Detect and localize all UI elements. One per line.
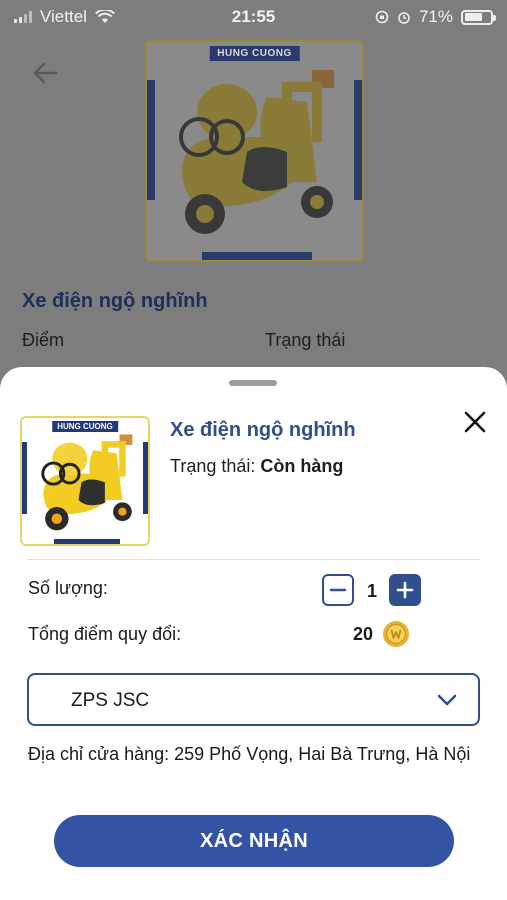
close-icon[interactable] <box>460 407 490 437</box>
clock: 21:55 <box>231 7 276 26</box>
product-name: Xe điện ngộ nghĩnh <box>170 419 356 441</box>
confirm-button[interactable]: XÁC NHẬN <box>54 815 454 867</box>
battery-icon <box>461 9 496 25</box>
product-thumbnail: HUNG CUONG <box>20 416 150 546</box>
coin-icon <box>383 621 409 647</box>
quantity-label: Số lượng: <box>28 578 108 598</box>
status-column-label: Trạng thái <box>265 330 346 350</box>
quantity-value: 1 <box>366 581 377 601</box>
toy-scooter-illustration <box>179 70 334 234</box>
store-select[interactable]: ZPS JSC <box>27 673 480 726</box>
product-title: Xe điện ngộ nghĩnh <box>22 290 208 312</box>
stock-status: Trạng thái: Còn hàng <box>170 456 343 477</box>
minus-icon <box>329 588 347 592</box>
toy-scooter-thumbnail <box>41 434 133 531</box>
status-right: 71% <box>375 7 496 27</box>
total-points-value: 20 <box>353 624 374 644</box>
product-image: HUNG CUONG <box>145 40 364 262</box>
wifi-icon <box>95 10 115 23</box>
plus-icon <box>396 581 414 599</box>
decrease-quantity-button[interactable] <box>322 574 354 606</box>
battery-percent: 71% <box>418 7 453 26</box>
store-address: Địa chỉ cửa hàng: 259 Phố Vọng, Hai Bà T… <box>28 744 471 764</box>
redeem-bottom-sheet: HUNG CUONG Xe điện ngộ nghĩnh Trạng thái… <box>0 367 507 900</box>
store-select-value: ZPS JSC <box>71 690 150 711</box>
points-column-label: Điểm <box>22 330 65 350</box>
back-arrow-icon[interactable] <box>30 58 60 88</box>
sheet-drag-handle[interactable] <box>229 380 277 386</box>
increase-quantity-button[interactable] <box>389 574 421 606</box>
signal-icon <box>14 11 32 23</box>
chevron-down-icon <box>437 694 457 706</box>
lock-rotation-icon <box>375 10 389 24</box>
status-left: Viettel <box>14 7 115 27</box>
alarm-icon <box>398 12 410 24</box>
stock-status-value: Còn hàng <box>260 456 344 476</box>
stock-status-label: Trạng thái: <box>170 456 256 476</box>
divider <box>27 559 480 560</box>
status-bar: Viettel 21:55 71% <box>0 0 507 34</box>
carrier-label: Viettel <box>40 7 87 26</box>
total-points-label: Tổng điểm quy đổi: <box>28 624 182 644</box>
